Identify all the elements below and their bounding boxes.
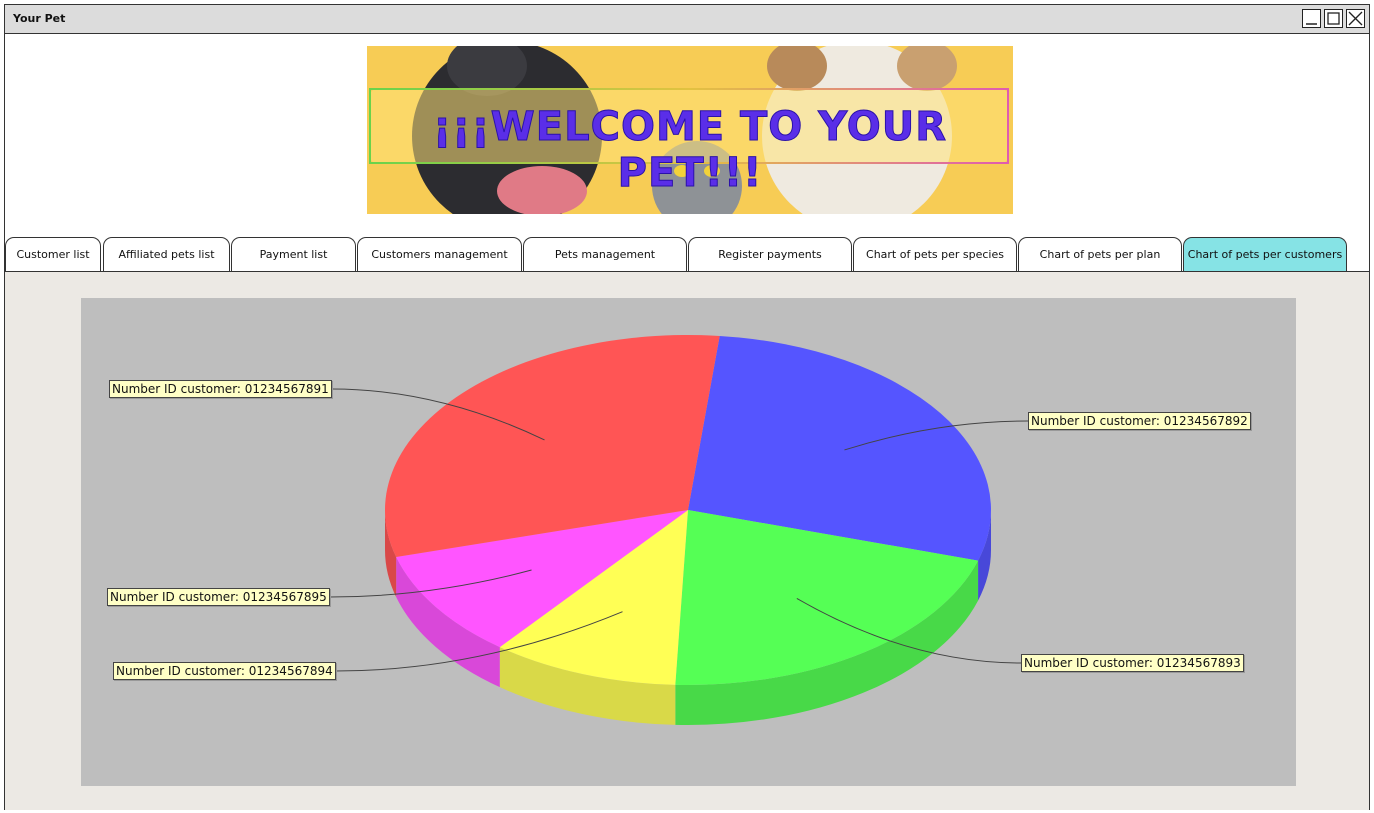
slice-label: Number ID customer: 01234567891: [109, 380, 332, 398]
tab-bar: Customer list Affiliated pets list Payme…: [5, 237, 1371, 271]
welcome-banner: ¡¡¡WELCOME TO YOUR PET!!!: [367, 46, 1013, 214]
tab-pets-management[interactable]: Pets management: [523, 237, 687, 271]
slice-label: Number ID customer: 01234567894: [113, 662, 336, 680]
tab-payment-list[interactable]: Payment list: [231, 237, 356, 271]
tab-customers-management[interactable]: Customers management: [357, 237, 522, 271]
window-title: Your Pet: [13, 12, 66, 25]
welcome-text: ¡¡¡WELCOME TO YOUR PET!!!: [432, 104, 948, 197]
minimize-icon: [1306, 23, 1317, 25]
title-bar: Your Pet: [5, 5, 1369, 34]
tab-chart-pets-per-customers[interactable]: Chart of pets per customers: [1183, 237, 1347, 271]
slice-label: Number ID customer: 01234567892: [1028, 412, 1251, 430]
tab-affiliated-pets-list[interactable]: Affiliated pets list: [103, 237, 230, 271]
close-icon: [1348, 11, 1363, 26]
maximize-icon: [1327, 12, 1340, 25]
pie-chart-canvas: [329, 334, 1029, 725]
app-window: Your Pet ¡¡¡WELCOME TO YOUR PET!!! Custo…: [4, 4, 1370, 810]
tab-content-panel: Number ID customer: 01234567892 Number ID…: [5, 271, 1369, 810]
slice-label: Number ID customer: 01234567893: [1021, 654, 1244, 672]
minimize-button[interactable]: [1302, 9, 1321, 28]
tab-chart-pets-per-species[interactable]: Chart of pets per species: [853, 237, 1017, 271]
slice-label: Number ID customer: 01234567895: [107, 588, 330, 606]
close-button[interactable]: [1346, 9, 1365, 28]
tab-customer-list[interactable]: Customer list: [5, 237, 101, 271]
pie-chart: Number ID customer: 01234567892 Number ID…: [81, 298, 1296, 786]
maximize-button[interactable]: [1324, 9, 1343, 28]
tab-chart-pets-per-plan[interactable]: Chart of pets per plan: [1018, 237, 1182, 271]
tab-register-payments[interactable]: Register payments: [688, 237, 852, 271]
